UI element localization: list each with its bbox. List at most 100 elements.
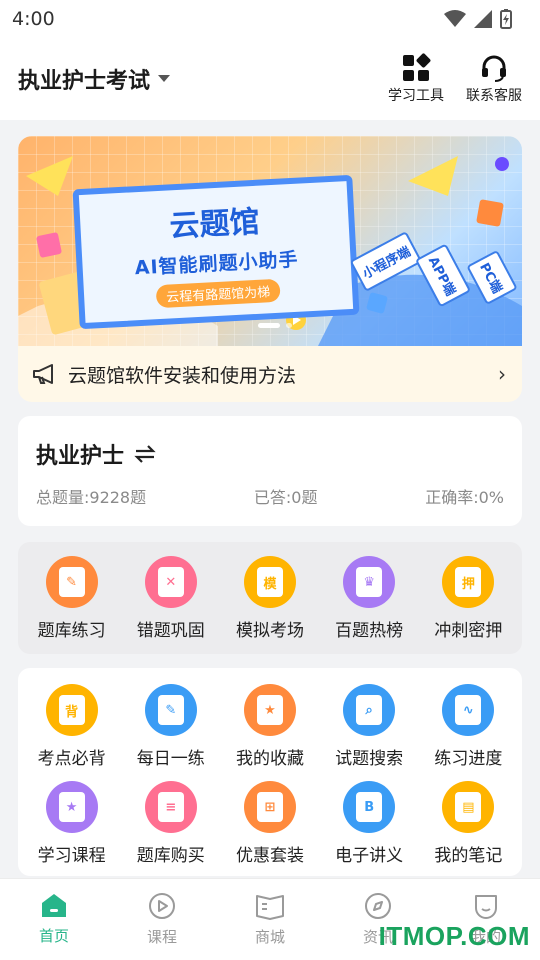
tool-item[interactable]: B 电子讲义 xyxy=(321,781,417,866)
exam-summary-card[interactable]: 执业护士 总题量:9228题 已答:0题 正确率:0% xyxy=(18,416,522,526)
customer-service-label: 联系客服 xyxy=(466,88,522,104)
nav-mall-label: 商城 xyxy=(254,928,285,946)
tool-glyph: ▤ xyxy=(455,792,482,822)
banner-title: 云题馆 xyxy=(168,204,261,245)
tool-icon: ★ xyxy=(45,781,98,833)
page-title: 执业护士考试 xyxy=(18,69,151,94)
main-functions-grid: ✎ 题库练习 ✕ 错题巩固模模拟考场 ♛ 百题热榜押冲刺密押 xyxy=(18,542,522,654)
answered-count: 已答:0题 xyxy=(253,488,318,507)
tool-item[interactable]: ∿ 练习进度 xyxy=(420,684,516,769)
main-function-item[interactable]: ♛ 百题热榜 xyxy=(321,556,417,641)
tool-glyph: 背 xyxy=(58,695,85,725)
tool-item[interactable]: ⊞ 优惠套装 xyxy=(222,781,318,866)
nav-courses-label: 课程 xyxy=(146,928,177,946)
notice-text: 云题馆软件安装和使用方法 xyxy=(68,364,297,387)
play-circle-icon xyxy=(149,893,175,919)
tool-item[interactable]: ▤ 我的笔记 xyxy=(420,781,516,866)
caret-down-icon xyxy=(158,75,171,82)
status-bar: 4:00 xyxy=(0,0,540,38)
main-function-icon: ✎ xyxy=(45,556,98,608)
status-icons xyxy=(444,9,512,29)
main-function-icon: ♛ xyxy=(343,556,396,608)
headset-icon xyxy=(482,55,506,82)
main-function-glyph: 模 xyxy=(256,567,283,597)
customer-service-button[interactable]: 联系客服 xyxy=(466,53,522,105)
main-function-label: 错题巩固 xyxy=(136,621,205,641)
nav-home[interactable]: 首页 xyxy=(9,893,99,946)
tool-label: 练习进度 xyxy=(434,749,503,769)
study-tools-button[interactable]: 学习工具 xyxy=(388,53,444,105)
main-function-label: 冲刺密押 xyxy=(434,621,503,641)
tool-icon: 背 xyxy=(45,684,98,736)
banner-board: 云题馆 AI智能刷题小助手 云程有路题馆为梯 xyxy=(72,174,360,330)
main-function-item[interactable]: ✕ 错题巩固 xyxy=(123,556,219,641)
promo-banner[interactable]: 云题馆 AI智能刷题小助手 云程有路题馆为梯 小程序端 APP端 PC端 xyxy=(18,136,522,346)
study-tools-label: 学习工具 xyxy=(388,88,444,104)
book-open-icon xyxy=(256,895,284,920)
notice-bar[interactable]: 云题馆软件安装和使用方法 › xyxy=(18,346,522,402)
banner-dot-active xyxy=(258,323,280,328)
megaphone-icon xyxy=(33,364,53,384)
tool-item[interactable]: 背考点必背 xyxy=(24,684,120,769)
tools-row-2: ★ 学习课程 ≡ 题库购买 ⊞ 优惠套装 B 电子讲义 ▤ 我的笔记 xyxy=(18,769,522,866)
tool-item[interactable]: ⌕ 试题搜索 xyxy=(321,684,417,769)
tool-icon: ✎ xyxy=(144,684,197,736)
main-function-icon: 模 xyxy=(243,556,296,608)
exam-selector[interactable]: 执业护士考试 xyxy=(18,63,171,95)
tool-glyph: ★ xyxy=(256,695,283,725)
main-function-item[interactable]: 押冲刺密押 xyxy=(420,556,516,641)
tool-icon: ⊞ xyxy=(243,781,296,833)
main-function-item[interactable]: ✎ 题库练习 xyxy=(24,556,120,641)
main-function-icon: 押 xyxy=(442,556,495,608)
tool-icon: B xyxy=(343,781,396,833)
main-function-glyph: ♛ xyxy=(356,567,383,597)
tool-glyph: ✎ xyxy=(157,695,184,725)
tool-glyph: ≡ xyxy=(157,792,184,822)
status-time: 4:00 xyxy=(12,8,55,30)
banner-dot xyxy=(286,323,292,328)
switch-icon[interactable] xyxy=(134,445,156,463)
tool-glyph: ★ xyxy=(58,792,85,822)
apps-grid-icon xyxy=(403,53,431,81)
banner-slogan: 云程有路题馆为梯 xyxy=(155,278,281,309)
watermark: ITMOP.COM xyxy=(378,921,530,951)
exam-stats: 总题量:9228题 已答:0题 正确率:0% xyxy=(36,484,504,508)
tool-label: 我的收藏 xyxy=(235,749,304,769)
tool-item[interactable]: ≡ 题库购买 xyxy=(123,781,219,866)
total-questions: 总题量:9228题 xyxy=(36,488,147,507)
tool-label: 试题搜索 xyxy=(335,749,404,769)
compass-icon xyxy=(365,893,391,919)
signal-icon xyxy=(474,10,492,28)
tool-item[interactable]: ✎ 每日一练 xyxy=(123,684,219,769)
main-function-label: 模拟考场 xyxy=(235,621,304,641)
tool-label: 电子讲义 xyxy=(335,846,404,866)
main-function-glyph: ✎ xyxy=(58,567,85,597)
tool-icon: ≡ xyxy=(144,781,197,833)
main-functions-row: ✎ 题库练习 ✕ 错题巩固模模拟考场 ♛ 百题热榜押冲刺密押 xyxy=(18,542,522,641)
main-function-glyph: 押 xyxy=(455,567,482,597)
banner-pagination xyxy=(258,323,292,328)
nav-mall[interactable]: 商城 xyxy=(225,892,315,947)
main-function-icon: ✕ xyxy=(144,556,197,608)
tool-item[interactable]: ★ 学习课程 xyxy=(24,781,120,866)
battery-icon xyxy=(500,9,512,29)
tool-icon: ▤ xyxy=(442,781,495,833)
nav-home-label: 首页 xyxy=(38,927,69,945)
tool-glyph: ⌕ xyxy=(356,695,383,725)
tool-icon: ★ xyxy=(243,684,296,736)
tool-label: 题库购买 xyxy=(136,846,205,866)
main-function-label: 题库练习 xyxy=(37,621,106,641)
exam-name-row: 执业护士 xyxy=(36,438,504,470)
tool-label: 优惠套装 xyxy=(235,846,304,866)
tools-grid: 背考点必背 ✎ 每日一练 ★ 我的收藏 ⌕ 试题搜索 ∿ 练习进度 ★ 学习课程 ≡ 题库购买 ⊞ 优惠套… xyxy=(18,668,522,876)
wifi-icon xyxy=(444,10,466,27)
tool-item[interactable]: ★ 我的收藏 xyxy=(222,684,318,769)
nav-courses[interactable]: 课程 xyxy=(117,892,207,947)
accuracy-rate: 正确率:0% xyxy=(425,488,504,507)
tool-label: 考点必背 xyxy=(37,749,106,769)
main-function-label: 百题热榜 xyxy=(335,621,404,641)
tool-glyph: ⊞ xyxy=(256,792,283,822)
tool-icon: ∿ xyxy=(442,684,495,736)
tool-glyph: ∿ xyxy=(455,695,482,725)
main-function-item[interactable]: 模模拟考场 xyxy=(222,556,318,641)
